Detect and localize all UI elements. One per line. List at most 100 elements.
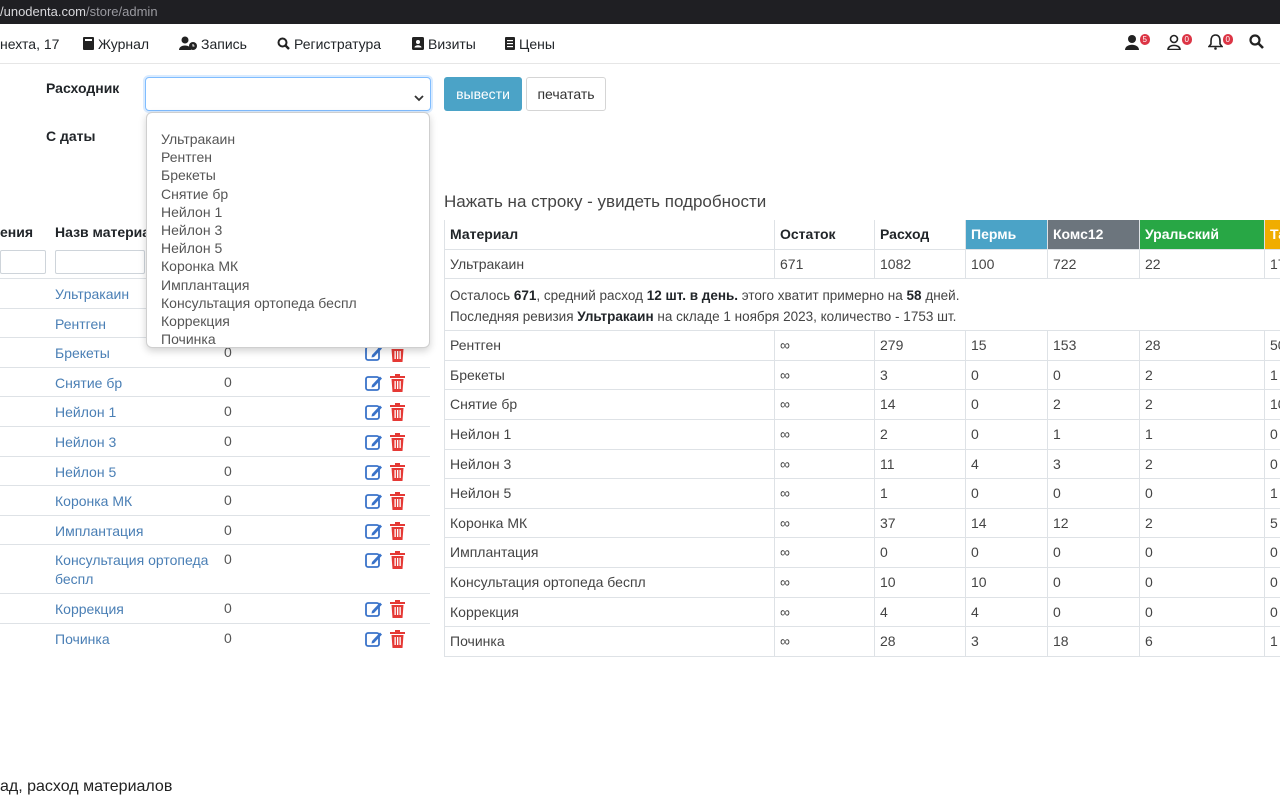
material-name-link[interactable]: Починка xyxy=(55,630,215,649)
nav-visits[interactable]: Визиты xyxy=(412,24,476,64)
details-line-stock: Осталось 671, средний расход 12 шт. в де… xyxy=(450,285,1280,306)
trash-icon[interactable] xyxy=(389,433,406,454)
dropdown-option[interactable]: Консультация ортопеда беспл xyxy=(147,294,429,312)
trash-icon[interactable] xyxy=(389,373,406,395)
trash-icon[interactable] xyxy=(389,521,406,543)
table-row[interactable]: Имплантация 0 xyxy=(0,514,430,545)
table-row[interactable]: Нейлон 5 ∞ 1 0 0 0 1 xyxy=(444,479,1280,509)
table-cell: 2 xyxy=(1139,360,1264,390)
dropdown-option[interactable]: Снятие бр xyxy=(147,185,429,203)
dropdown-option[interactable]: Нейлон 1 xyxy=(147,203,429,221)
nav-appointment[interactable]: Запись xyxy=(179,24,247,64)
edit-icon[interactable] xyxy=(365,403,383,423)
dropdown-option[interactable]: Рентген xyxy=(147,148,429,166)
table-row[interactable]: Коррекция 0 xyxy=(0,593,430,623)
material-name-link[interactable]: Нейлон 5 xyxy=(55,463,215,482)
table-cell: 0 xyxy=(1139,568,1264,597)
table-cell: ∞ xyxy=(774,420,874,449)
edit-icon[interactable] xyxy=(365,492,383,512)
dropdown-option[interactable]: Нейлон 3 xyxy=(147,221,429,239)
table-cell: 0 xyxy=(1047,479,1139,508)
table-row[interactable]: Коррекция ∞ 4 4 0 0 0 xyxy=(444,597,1280,628)
address-bar[interactable]: /unodenta.com/store/admin xyxy=(0,0,1280,24)
table-row[interactable]: Нейлон 3 0 xyxy=(0,426,430,456)
details-text: этого хватит примерно на xyxy=(738,288,907,304)
edit-icon[interactable] xyxy=(365,374,383,394)
notify-bell-button[interactable]: 0 xyxy=(1207,34,1233,54)
trash-icon[interactable] xyxy=(389,403,406,424)
notify-users-button[interactable]: 5 xyxy=(1125,34,1150,54)
table-row[interactable]: Рентген∞279151532850 xyxy=(444,331,1280,361)
trash-icon[interactable] xyxy=(389,462,406,484)
nav-prices[interactable]: Цены xyxy=(505,24,555,64)
material-quantity: 0 xyxy=(224,492,232,509)
dropdown-option[interactable]: Коронка МК xyxy=(147,257,429,275)
dropdown-option[interactable]: Починка xyxy=(147,330,429,348)
table-row[interactable]: Нейлон 5 0 xyxy=(0,455,430,486)
table-row[interactable]: Снятие бр 0 xyxy=(0,366,430,397)
trash-icon[interactable] xyxy=(389,492,406,513)
dropdown-option[interactable]: Коррекция xyxy=(147,312,429,330)
nav-journal[interactable]: Журнал xyxy=(83,24,149,64)
dropdown-option[interactable]: Имплантация xyxy=(147,276,429,294)
table-row[interactable]: Консультация ортопеда беспл 0 xyxy=(0,544,430,593)
table-cell: 15 xyxy=(965,331,1047,360)
nav-clinic-address[interactable]: нехта, 17 xyxy=(0,24,59,64)
edit-icon[interactable] xyxy=(365,522,383,542)
caption-text: ад, расход материалов xyxy=(0,778,173,795)
dropdown-option[interactable]: Нейлон 5 xyxy=(147,239,429,257)
table-row[interactable]: Брекеты ∞ 3 0 0 2 1 xyxy=(444,360,1280,391)
table-cell: 0 xyxy=(1047,538,1139,567)
consumable-dropdown[interactable]: Ультракаин Рентген Брекеты Снятие бр Нейлон … xyxy=(146,112,430,348)
table-row[interactable]: Консультация ортопеда беспл ∞ 10 10 0 0 0 xyxy=(444,568,1280,598)
table-row[interactable]: Нейлон 3 ∞ 11 4 3 2 0 xyxy=(444,449,1280,480)
edit-icon[interactable] xyxy=(365,433,383,453)
consumable-select[interactable] xyxy=(145,77,431,111)
filter-input[interactable] xyxy=(0,250,46,274)
trash-icon[interactable] xyxy=(389,600,406,621)
name-filter-input[interactable] xyxy=(55,250,145,274)
material-name-link[interactable]: Имплантация xyxy=(55,522,215,541)
trash-icon[interactable] xyxy=(389,551,406,572)
table-cell: 10 xyxy=(1264,390,1280,419)
edit-icon[interactable] xyxy=(365,551,383,571)
material-name-link[interactable]: Коронка МК xyxy=(55,492,215,511)
print-button[interactable]: печатать xyxy=(526,77,606,111)
table-row[interactable]: Коронка МК ∞ 37 14 12 2 5 xyxy=(444,508,1280,539)
table-row[interactable]: Починка 0 xyxy=(0,623,430,653)
book-icon xyxy=(83,25,94,65)
details-text: , средний расход xyxy=(536,288,647,304)
material-name-link[interactable]: Коррекция xyxy=(55,600,215,619)
search-button[interactable] xyxy=(1249,34,1271,54)
column-header: Комс12 xyxy=(1047,220,1139,249)
edit-icon[interactable] xyxy=(365,600,383,620)
material-name-link[interactable]: Нейлон 1 xyxy=(55,403,215,422)
table-cell: 1 xyxy=(1264,360,1280,390)
table-cell: 3 xyxy=(965,627,1047,656)
material-name-link[interactable]: Снятие бр xyxy=(55,374,215,393)
nav-registry[interactable]: Регистратура xyxy=(277,24,381,64)
trash-icon[interactable] xyxy=(389,630,406,651)
table-cell: Нейлон 5 xyxy=(444,479,774,508)
edit-icon[interactable] xyxy=(365,463,383,483)
material-name-link[interactable]: Нейлон 3 xyxy=(55,433,215,452)
dropdown-option[interactable]: Ультракаин xyxy=(147,130,429,148)
user-clock-icon xyxy=(179,25,197,65)
material-name-link[interactable]: Консультация ортопеда беспл xyxy=(55,551,215,589)
table-row[interactable]: Ультракаин67110821007222217 xyxy=(444,249,1280,280)
table-row[interactable]: Нейлон 1 ∞ 2 0 1 1 0 xyxy=(444,420,1280,450)
table-cell: 22 xyxy=(1139,249,1264,279)
table-cell: 279 xyxy=(874,331,965,360)
edit-icon[interactable] xyxy=(365,630,383,650)
table-row[interactable]: Нейлон 1 0 xyxy=(0,396,430,426)
details-text: на складе 1 ноября 2023, количество - 17… xyxy=(653,309,957,325)
table-cell: 10 xyxy=(965,568,1047,597)
table-row[interactable]: Снятие бр∞1402210 xyxy=(444,390,1280,420)
notify-patients-button[interactable]: 0 xyxy=(1167,34,1192,54)
table-row[interactable]: Починка ∞ 28 3 18 6 1 xyxy=(444,627,1280,657)
table-row[interactable]: Коронка МК 0 xyxy=(0,485,430,515)
table-row[interactable]: Имплантация ∞ 0 0 0 0 0 xyxy=(444,538,1280,568)
dropdown-option[interactable]: Брекеты xyxy=(147,166,429,184)
show-button[interactable]: вывести xyxy=(444,77,522,111)
table-cell: 0 xyxy=(1264,538,1280,567)
